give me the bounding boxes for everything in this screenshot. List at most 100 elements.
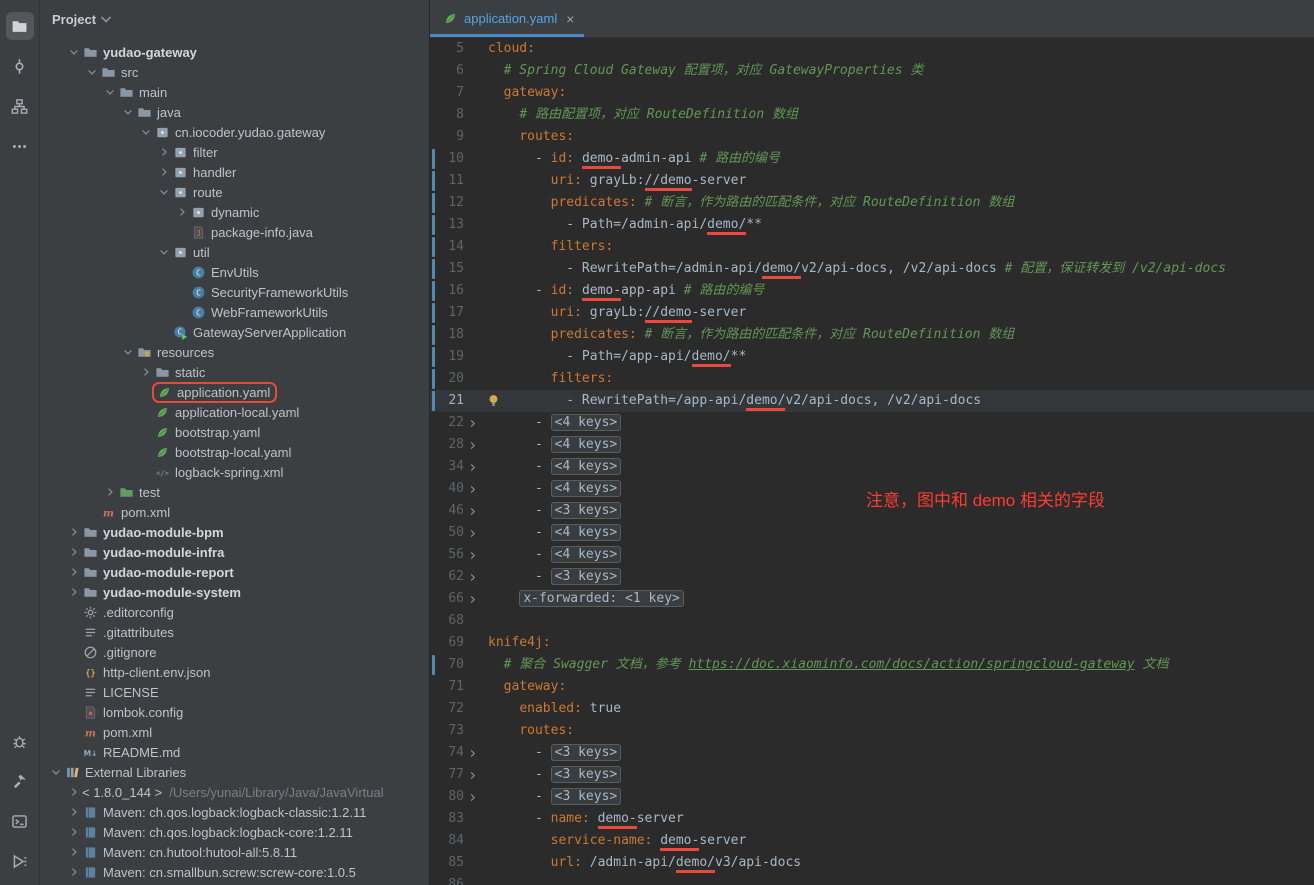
chevron-down-icon[interactable] bbox=[138, 124, 154, 140]
tree-item-handler[interactable]: handler bbox=[40, 162, 429, 182]
tree-item-application-local-yaml[interactable]: application-local.yaml bbox=[40, 402, 429, 422]
tree-item-resources[interactable]: resources bbox=[40, 342, 429, 362]
tree-item-pom-xml[interactable]: mpom.xml bbox=[40, 722, 429, 742]
code-line-72[interactable]: 72 enabled: true bbox=[430, 698, 1314, 720]
fold-arrow-icon[interactable] bbox=[464, 569, 480, 585]
code-line-6[interactable]: 6 # Spring Cloud Gateway 配置项，对应 GatewayP… bbox=[430, 60, 1314, 82]
code-line-70[interactable]: 70 # 聚合 Swagger 文档，参考 https://doc.xiaomi… bbox=[430, 654, 1314, 676]
tree-item-lombok-config[interactable]: lombok.config bbox=[40, 702, 429, 722]
code-line-21[interactable]: 21 - RewritePath=/app-api/demo/v2/api-do… bbox=[430, 390, 1314, 412]
code-line-11[interactable]: 11 uri: grayLb://demo-server bbox=[430, 170, 1314, 192]
intention-bulb-icon[interactable] bbox=[486, 393, 502, 409]
tree-item-gatewayserverapplication[interactable]: CGatewayServerApplication bbox=[40, 322, 429, 342]
fold-arrow-icon[interactable] bbox=[464, 547, 480, 563]
chevron-right-icon[interactable] bbox=[156, 144, 172, 160]
tree-item-http-client-env-json[interactable]: {}http-client.env.json bbox=[40, 662, 429, 682]
chevron-right-icon[interactable] bbox=[66, 564, 82, 580]
tree-item-src[interactable]: src bbox=[40, 62, 429, 82]
code-line-16[interactable]: 16 - id: demo-app-api # 路由的编号 bbox=[430, 280, 1314, 302]
code-line-69[interactable]: 69knife4j: bbox=[430, 632, 1314, 654]
tree-item-license[interactable]: LICENSE bbox=[40, 682, 429, 702]
chevron-right-icon[interactable] bbox=[156, 164, 172, 180]
tree-item-route[interactable]: route bbox=[40, 182, 429, 202]
commit-tool-icon[interactable] bbox=[6, 52, 34, 80]
code-line-71[interactable]: 71 gateway: bbox=[430, 676, 1314, 698]
chevron-down-icon[interactable] bbox=[84, 64, 100, 80]
more-tools-icon[interactable] bbox=[6, 132, 34, 160]
code-line-17[interactable]: 17 uri: grayLb://demo-server bbox=[430, 302, 1314, 324]
chevron-down-icon[interactable] bbox=[120, 104, 136, 120]
fold-arrow-icon[interactable] bbox=[464, 503, 480, 519]
tree-item-java[interactable]: java bbox=[40, 102, 429, 122]
tree-item-application-yaml[interactable]: application.yaml bbox=[40, 382, 429, 402]
fold-arrow-icon[interactable] bbox=[464, 415, 480, 431]
tree-item-dynamic[interactable]: dynamic bbox=[40, 202, 429, 222]
chevron-right-icon[interactable] bbox=[138, 364, 154, 380]
code-line-18[interactable]: 18 predicates: # 断言，作为路由的匹配条件，对应 RouteDe… bbox=[430, 324, 1314, 346]
code-line-10[interactable]: 10 - id: demo-admin-api # 路由的编号 bbox=[430, 148, 1314, 170]
build-tool-icon[interactable] bbox=[6, 767, 34, 795]
tree-item-cn-iocoder-yudao-gateway[interactable]: cn.iocoder.yudao.gateway bbox=[40, 122, 429, 142]
tree-item-webframeworkutils[interactable]: CWebFrameworkUtils bbox=[40, 302, 429, 322]
code-line-28[interactable]: 28 - <4 keys> bbox=[430, 434, 1314, 456]
tree-item-test[interactable]: test bbox=[40, 482, 429, 502]
tree-item-gitattributes[interactable]: .gitattributes bbox=[40, 622, 429, 642]
tree-item-readme-md[interactable]: M↓README.md bbox=[40, 742, 429, 762]
code-line-56[interactable]: 56 - <4 keys> bbox=[430, 544, 1314, 566]
code-line-80[interactable]: 80 - <3 keys> bbox=[430, 786, 1314, 808]
code-line-68[interactable]: 68 bbox=[430, 610, 1314, 632]
tree-item-gitignore[interactable]: .gitignore bbox=[40, 642, 429, 662]
chevron-right-icon[interactable] bbox=[66, 524, 82, 540]
fold-arrow-icon[interactable] bbox=[464, 745, 480, 761]
code-line-46[interactable]: 46 - <3 keys> bbox=[430, 500, 1314, 522]
code-line-15[interactable]: 15 - RewritePath=/admin-api/demo/v2/api-… bbox=[430, 258, 1314, 280]
tree-item-yudao-module-report[interactable]: yudao-module-report bbox=[40, 562, 429, 582]
tree-item-securityframeworkutils[interactable]: CSecurityFrameworkUtils bbox=[40, 282, 429, 302]
code-line-73[interactable]: 73 routes: bbox=[430, 720, 1314, 742]
code-line-86[interactable]: 86 bbox=[430, 874, 1314, 885]
code-line-8[interactable]: 8 # 路由配置项，对应 RouteDefinition 数组 bbox=[430, 104, 1314, 126]
code-line-13[interactable]: 13 - Path=/admin-api/demo/** bbox=[430, 214, 1314, 236]
tree-item-editorconfig[interactable]: .editorconfig bbox=[40, 602, 429, 622]
chevron-down-icon[interactable] bbox=[48, 764, 64, 780]
tree-item-yudao-gateway[interactable]: yudao-gateway bbox=[40, 42, 429, 62]
code-line-74[interactable]: 74 - <3 keys> bbox=[430, 742, 1314, 764]
tree-item-envutils[interactable]: CEnvUtils bbox=[40, 262, 429, 282]
chevron-right-icon[interactable] bbox=[66, 844, 82, 860]
tree-item-yudao-module-bpm[interactable]: yudao-module-bpm bbox=[40, 522, 429, 542]
code-line-5[interactable]: 5cloud: bbox=[430, 38, 1314, 60]
tree-item-yudao-module-system[interactable]: yudao-module-system bbox=[40, 582, 429, 602]
tree-item-pom-xml[interactable]: mpom.xml bbox=[40, 502, 429, 522]
tree-item-filter[interactable]: filter bbox=[40, 142, 429, 162]
project-tool-icon[interactable] bbox=[6, 12, 34, 40]
chevron-right-icon[interactable] bbox=[66, 864, 82, 880]
tree-item-package-info-java[interactable]: Jpackage-info.java bbox=[40, 222, 429, 242]
close-icon[interactable]: × bbox=[566, 12, 574, 26]
tree-item-1-8-0-144[interactable]: < 1.8.0_144 >/Users/yunai/Library/Java/J… bbox=[40, 782, 429, 802]
code-line-77[interactable]: 77 - <3 keys> bbox=[430, 764, 1314, 786]
tree-item-util[interactable]: util bbox=[40, 242, 429, 262]
chevron-right-icon[interactable] bbox=[66, 824, 82, 840]
project-panel-header[interactable]: Project bbox=[40, 0, 429, 38]
code-line-12[interactable]: 12 predicates: # 断言，作为路由的匹配条件，对应 RouteDe… bbox=[430, 192, 1314, 214]
tree-item-external-libraries[interactable]: External Libraries bbox=[40, 762, 429, 782]
fold-arrow-icon[interactable] bbox=[464, 767, 480, 783]
structure-tool-icon[interactable] bbox=[6, 92, 34, 120]
chevron-down-icon[interactable] bbox=[156, 244, 172, 260]
tree-item-maven-cn-smallbun-screw-screw-core-1-0-5[interactable]: Maven: cn.smallbun.screw:screw-core:1.0.… bbox=[40, 862, 429, 882]
fold-arrow-icon[interactable] bbox=[464, 591, 480, 607]
chevron-right-icon[interactable] bbox=[66, 544, 82, 560]
tree-item-maven-ch-qos-logback-logback-core-1-2-11[interactable]: Maven: ch.qos.logback:logback-core:1.2.1… bbox=[40, 822, 429, 842]
code-line-40[interactable]: 40 - <4 keys> bbox=[430, 478, 1314, 500]
fold-arrow-icon[interactable] bbox=[464, 525, 480, 541]
code-editor[interactable]: 注意，图中和 demo 相关的字段 5cloud:6 # Spring Clou… bbox=[430, 38, 1314, 885]
code-line-19[interactable]: 19 - Path=/app-api/demo/** bbox=[430, 346, 1314, 368]
fold-arrow-icon[interactable] bbox=[464, 459, 480, 475]
chevron-right-icon[interactable] bbox=[66, 804, 82, 820]
chevron-down-icon[interactable] bbox=[156, 184, 172, 200]
code-line-66[interactable]: 66 x-forwarded: <1 key> bbox=[430, 588, 1314, 610]
code-line-83[interactable]: 83 - name: demo-server bbox=[430, 808, 1314, 830]
code-line-85[interactable]: 85 url: /admin-api/demo/v3/api-docs bbox=[430, 852, 1314, 874]
chevron-right-icon[interactable] bbox=[66, 584, 82, 600]
fold-arrow-icon[interactable] bbox=[464, 481, 480, 497]
